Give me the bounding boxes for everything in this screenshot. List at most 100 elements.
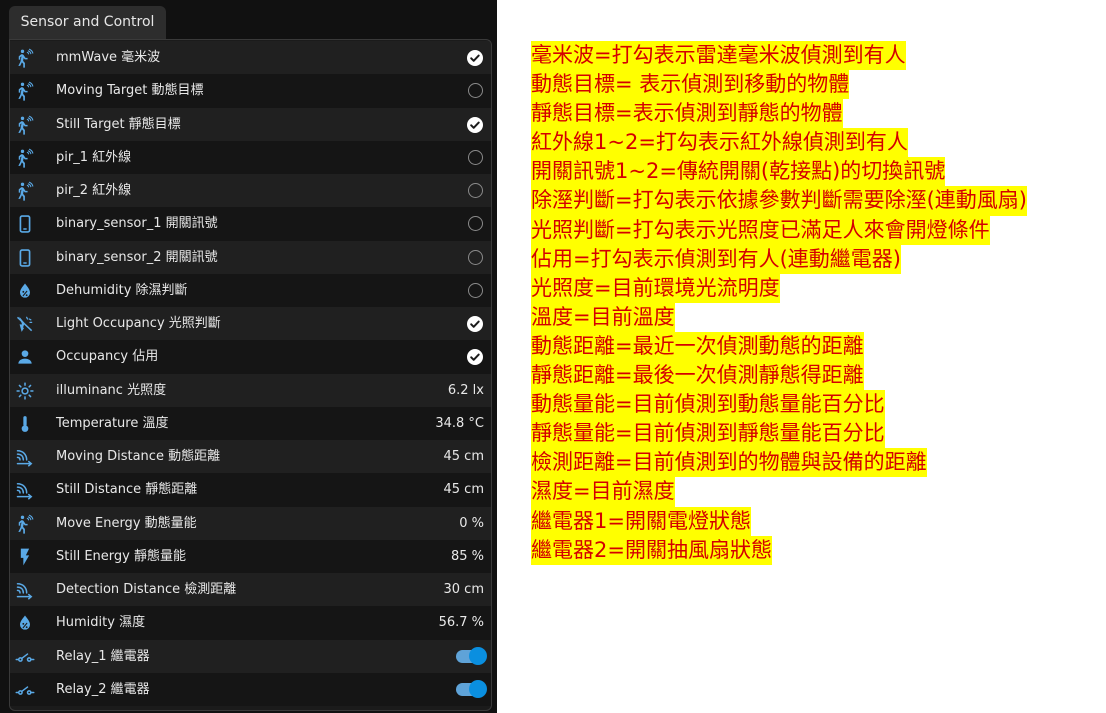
- note-line: 佔用=打勾表示偵測到有人(連動繼電器): [531, 244, 901, 274]
- entity-value: 30 cm: [443, 582, 485, 597]
- note-line: 檢測距離=目前偵測到的物體與設備的距離: [531, 448, 927, 478]
- entity-row-moving[interactable]: Moving Target 動態目標: [10, 74, 491, 108]
- entity-label: mmWave 毫米波: [56, 50, 161, 65]
- note-line: 溫度=目前溫度: [531, 302, 675, 332]
- note-line: 光照度=目前環境光流明度: [531, 273, 780, 303]
- walk-radar-icon: [15, 81, 35, 101]
- check-circle-icon: [467, 116, 483, 133]
- entity-label: binary_sensor_1 開關訊號: [56, 216, 218, 232]
- check-circle-icon: [467, 316, 483, 332]
- entity-value: 45 cm: [443, 482, 485, 498]
- empty-circle-icon: [468, 149, 483, 165]
- entity-label: Light Occupancy 光照判斷: [56, 316, 221, 331]
- entity-row-still[interactable]: Still Distance 靜態距離 45 cm: [10, 473, 491, 507]
- entity-row-humidity[interactable]: Humidity 濕度 56.7 %: [10, 606, 491, 640]
- walk-radar-icon: [15, 48, 35, 68]
- entity-value: 56.7 %: [438, 615, 484, 631]
- entity-label: pir_2 紅外線: [56, 183, 132, 198]
- signal-distance-icon: [15, 447, 35, 467]
- entity-row-mmwave[interactable]: mmWave 毫米波: [10, 41, 491, 75]
- note-line: 濕度=目前濕度: [531, 477, 675, 507]
- entity-row-pir-1[interactable]: pir_1 紅外線: [10, 140, 491, 174]
- note-line: 動態量能=目前偵測到動態量能百分比: [531, 390, 885, 420]
- entity-label: Relay_2 繼電器: [56, 681, 150, 697]
- phone-icon: [15, 248, 35, 268]
- note-line: 動態目標= 表示偵測到移動的物體: [531, 70, 850, 100]
- entity-label: Still Target 靜態目標: [56, 116, 181, 132]
- light-off-icon: [15, 314, 35, 334]
- entity-row-move[interactable]: Move Energy 動態量能 0 %: [10, 506, 491, 540]
- water-drop-icon: [15, 613, 35, 633]
- entity-label: illuminanc 光照度: [56, 382, 167, 398]
- entity-value: 85 %: [450, 548, 484, 564]
- entity-row-dehumidity[interactable]: Dehumidity 除濕判斷: [10, 273, 491, 307]
- entity-label: Still Distance 靜態距離: [56, 482, 198, 498]
- entity-label: pir_1 紅外線: [56, 149, 132, 165]
- entity-label: Moving Target 動態目標: [56, 83, 204, 99]
- note-line: 除溼判斷=打勾表示依據參數判斷需要除溼(連動風扇): [531, 186, 1027, 216]
- entity-value: 6.2 lx: [447, 382, 484, 398]
- person-icon: [15, 347, 35, 367]
- empty-circle-icon: [468, 249, 483, 265]
- entity-value: 34.8 °C: [435, 415, 484, 431]
- entity-row-light[interactable]: Light Occupancy 光照判斷: [10, 307, 491, 341]
- sensor-panel: Sensor and Control mmWave 毫米波 Moving Targ…: [0, 0, 497, 713]
- entity-row-binary-sensor-1[interactable]: binary_sensor_1 開關訊號: [10, 207, 491, 241]
- entity-label: Temperature 溫度: [56, 415, 169, 431]
- brightness-icon: [15, 381, 35, 401]
- note-line: 開關訊號1~2=傳統開關(乾接點)的切換訊號: [531, 157, 946, 187]
- entity-row-detection[interactable]: Detection Distance 檢測距離 30 cm: [10, 573, 491, 607]
- note-line: 毫米波=打勾表示雷達毫米波偵測到有人: [531, 41, 906, 71]
- water-drop-icon: [15, 281, 35, 301]
- note-line: 動態距離=最近一次偵測動態的距離: [531, 331, 864, 362]
- entity-label: Humidity 濕度: [56, 615, 146, 631]
- walk-radar-icon: [15, 148, 35, 168]
- entity-row-moving[interactable]: Moving Distance 動態距離 45 cm: [10, 440, 491, 474]
- entity-row-relay-1[interactable]: Relay_1 繼電器: [10, 639, 491, 673]
- toggle-knob: [469, 679, 487, 698]
- tab-sensor-and-control[interactable]: Sensor and Control: [9, 6, 166, 39]
- note-line: 靜態目標=表示偵測到靜態的物體: [531, 99, 843, 129]
- entity-row-binary-sensor-2[interactable]: binary_sensor_2 開關訊號: [10, 240, 491, 274]
- walk-radar-icon: [15, 115, 35, 135]
- note-line: 繼電器1=開關電燈狀態: [531, 506, 751, 536]
- thermometer-icon: [15, 414, 35, 434]
- entity-row-temperature[interactable]: Temperature 溫度 34.8 °C: [10, 406, 491, 440]
- check-circle-icon: [467, 349, 483, 366]
- entity-list: mmWave 毫米波 Moving Target 動態目標 Still Target…: [10, 41, 491, 706]
- entity-label: Still Energy 靜態量能: [56, 548, 186, 564]
- walk-radar-icon: [15, 514, 35, 534]
- entity-row-illuminanc[interactable]: illuminanc 光照度 6.2 lx: [10, 373, 491, 407]
- toggle-switch[interactable]: [456, 646, 487, 665]
- entity-label: Occupancy 佔用: [56, 349, 159, 365]
- entity-label: Moving Distance 動態距離: [56, 449, 221, 464]
- note-line: 靜態距離=最後一次偵測靜態得距離: [531, 361, 864, 391]
- empty-circle-icon: [468, 216, 483, 232]
- entities-card: mmWave 毫米波 Moving Target 動態目標 Still Target…: [9, 39, 492, 711]
- entity-row-occupancy[interactable]: Occupancy 佔用: [10, 340, 491, 374]
- note-line: 紅外線1~2=打勾表示紅外線偵測到有人: [531, 128, 908, 158]
- empty-circle-icon: [468, 282, 483, 298]
- note-line: 光照判斷=打勾表示光照度已滿足人來會開燈條件: [531, 215, 990, 245]
- entity-row-pir-2[interactable]: pir_2 紅外線: [10, 174, 491, 208]
- check-circle-icon: [467, 50, 483, 66]
- empty-circle-icon: [468, 83, 483, 99]
- flash-icon: [15, 547, 35, 567]
- entity-row-still[interactable]: Still Energy 靜態量能 85 %: [10, 539, 491, 573]
- entity-value: 0 %: [459, 515, 484, 531]
- signal-distance-icon: [15, 580, 35, 600]
- entity-label: Move Energy 動態量能: [56, 515, 197, 531]
- entity-row-relay-2[interactable]: Relay_2 繼電器: [10, 672, 491, 706]
- entity-label: Dehumidity 除濕判斷: [56, 282, 188, 298]
- electric-switch-icon: [15, 647, 35, 667]
- note-line: 繼電器2=開關抽風扇狀態: [531, 535, 772, 565]
- note-line: 靜態量能=目前偵測到靜態量能百分比: [531, 419, 885, 449]
- signal-distance-icon: [15, 480, 35, 500]
- electric-switch-icon: [15, 680, 35, 700]
- toggle-knob: [469, 646, 487, 665]
- phone-icon: [15, 214, 35, 234]
- toggle-switch[interactable]: [456, 679, 487, 698]
- empty-circle-icon: [468, 183, 483, 198]
- entity-row-still[interactable]: Still Target 靜態目標: [10, 107, 491, 141]
- entity-label: binary_sensor_2 開關訊號: [56, 249, 218, 265]
